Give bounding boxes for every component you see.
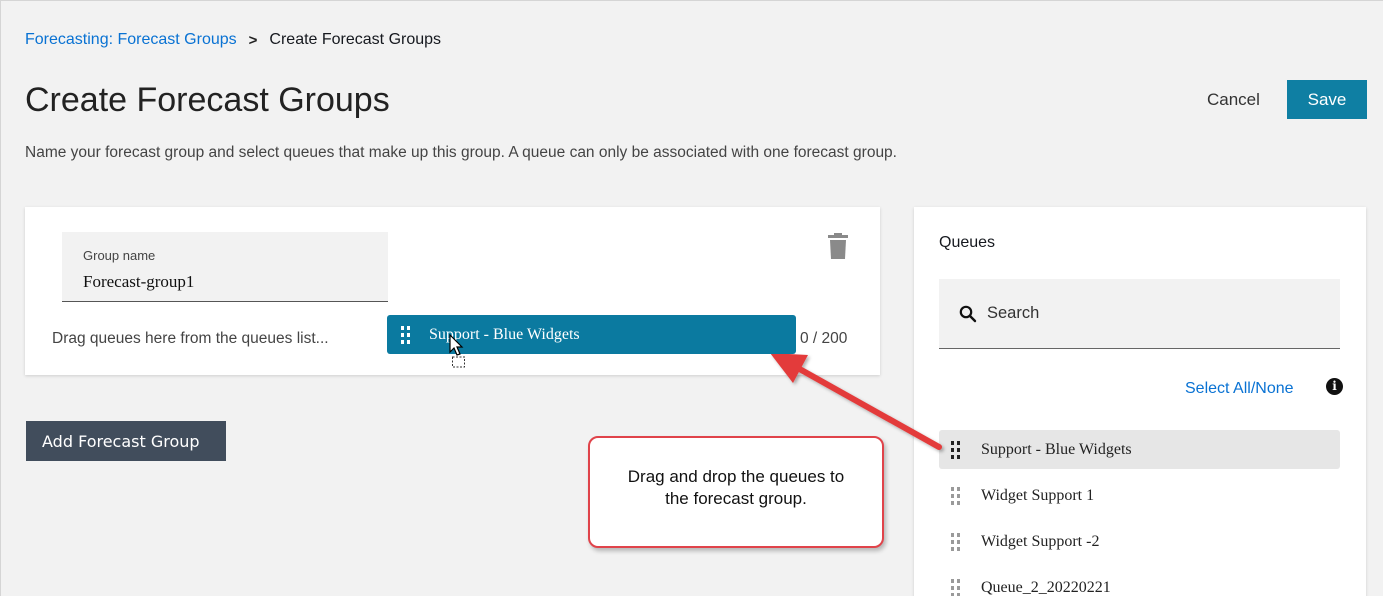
group-name-field[interactable]: Group name Forecast-group1 xyxy=(62,232,388,302)
page-description: Name your forecast group and select queu… xyxy=(25,144,897,161)
breadcrumb-current: Create Forecast Groups xyxy=(269,31,442,48)
breadcrumb-separator: > xyxy=(248,31,258,49)
drop-zone-hint[interactable]: Drag queues here from the queues list... xyxy=(52,330,329,348)
callout-line-2: the forecast group. xyxy=(665,489,807,508)
search-icon xyxy=(959,305,977,322)
queue-label: Queue_2_20220221 xyxy=(981,578,1111,596)
queue-label: Widget Support 1 xyxy=(981,486,1095,504)
callout-line-1: Drag and drop the queues to xyxy=(627,467,845,486)
queue-counter: 0 / 200 xyxy=(800,330,848,347)
queue-list-item[interactable]: Widget Support -2 xyxy=(939,522,1340,561)
add-forecast-group-button[interactable]: Add Forecast Group xyxy=(26,421,226,461)
drag-handle-icon[interactable] xyxy=(951,532,961,551)
queues-panel: Queues Select All/None i Support - Blue … xyxy=(914,207,1366,596)
queue-list-item[interactable]: Queue_2_20220221 xyxy=(939,568,1340,596)
mouse-cursor-icon xyxy=(449,334,465,368)
instruction-callout: Drag and drop the queues to the forecast… xyxy=(588,436,884,548)
cancel-button[interactable]: Cancel xyxy=(1207,90,1260,110)
drag-handle-icon[interactable] xyxy=(951,440,961,459)
breadcrumb: Forecasting: Forecast Groups > Create Fo… xyxy=(25,31,441,49)
drag-handle-icon[interactable] xyxy=(401,325,411,344)
search-input[interactable] xyxy=(987,304,1307,323)
queue-search-field[interactable] xyxy=(939,279,1340,349)
trash-icon[interactable] xyxy=(827,233,849,259)
drag-handle-icon[interactable] xyxy=(951,486,961,505)
group-name-value[interactable]: Forecast-group1 xyxy=(83,272,194,292)
info-icon[interactable]: i xyxy=(1326,378,1343,395)
select-all-none-link[interactable]: Select All/None xyxy=(1185,380,1294,398)
drag-handle-icon[interactable] xyxy=(951,578,961,596)
queue-label: Widget Support -2 xyxy=(981,532,1100,550)
save-button[interactable]: Save xyxy=(1287,80,1367,119)
queues-title: Queues xyxy=(939,234,996,251)
page-title: Create Forecast Groups xyxy=(25,81,390,119)
queue-list-item[interactable]: Widget Support 1 xyxy=(939,476,1340,515)
queue-label: Support - Blue Widgets xyxy=(981,440,1132,458)
group-name-label: Group name xyxy=(83,248,156,263)
breadcrumb-link-forecast-groups[interactable]: Forecasting: Forecast Groups xyxy=(25,31,237,49)
queue-list-item[interactable]: Support - Blue Widgets xyxy=(939,430,1340,469)
